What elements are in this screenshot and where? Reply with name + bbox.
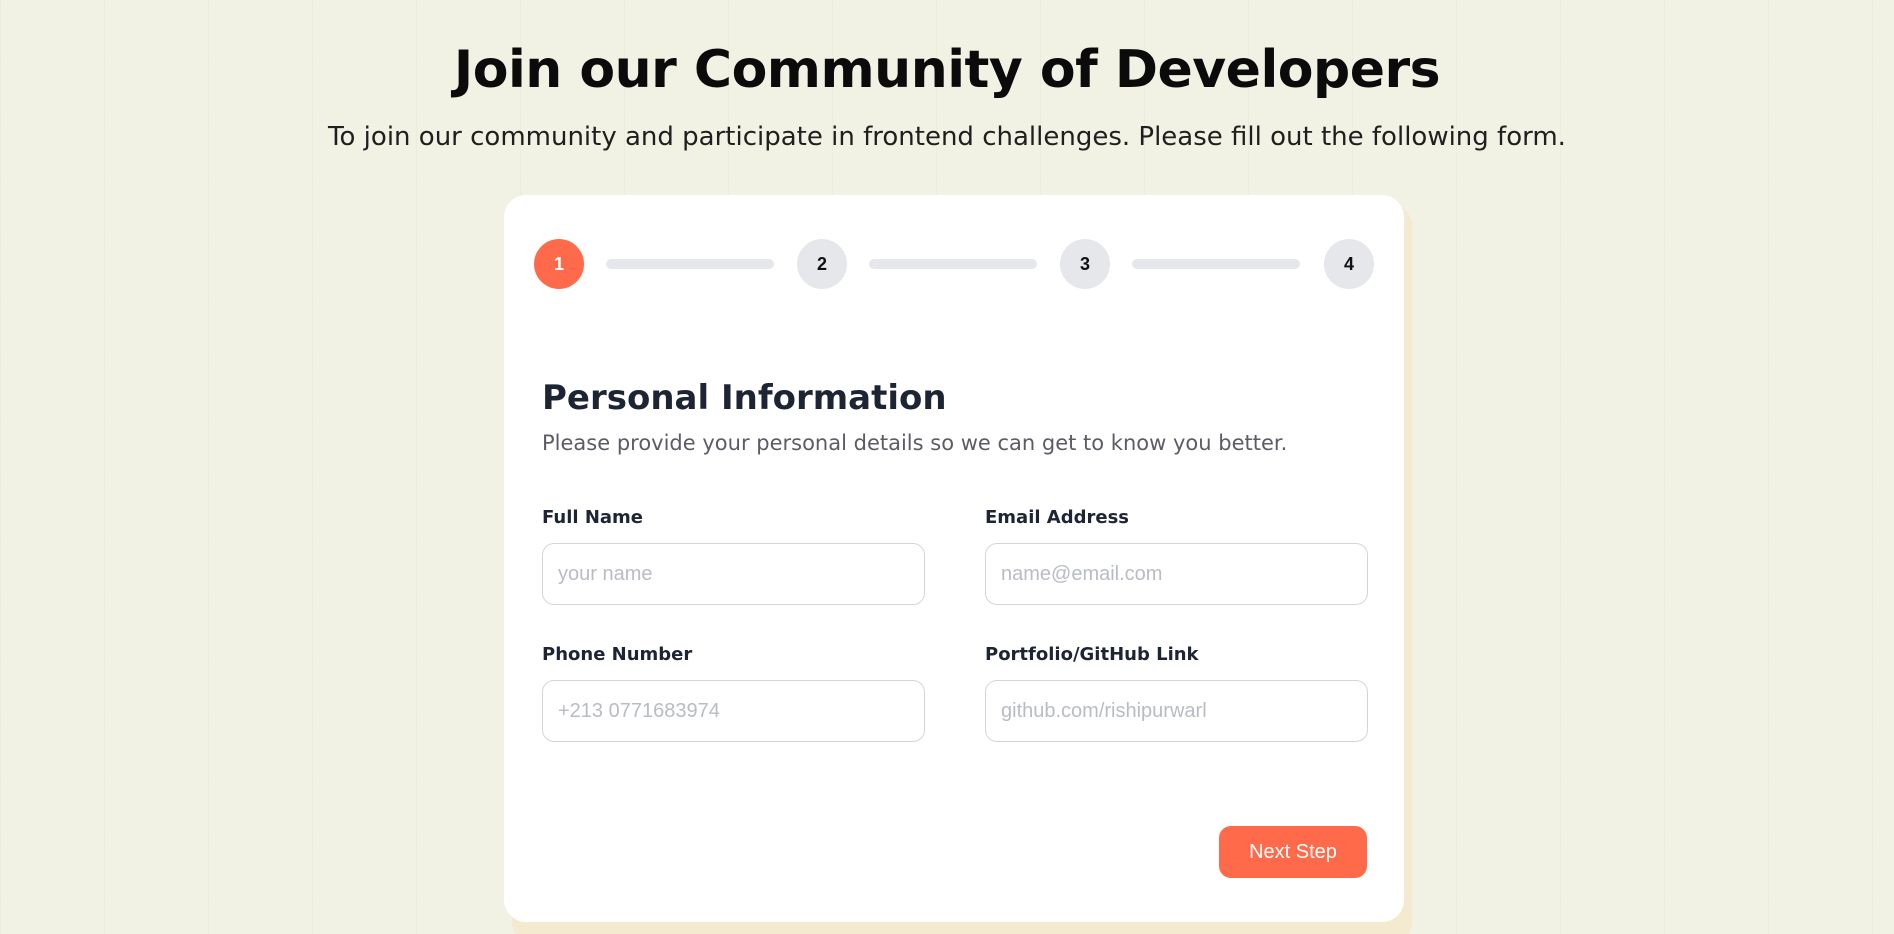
full-name-label: Full Name bbox=[542, 507, 643, 528]
section-description: Please provide your personal details so … bbox=[542, 431, 1288, 455]
email-label: Email Address bbox=[985, 507, 1130, 528]
step-connector-2 bbox=[869, 259, 1037, 269]
step-2-indicator: 2 bbox=[797, 239, 847, 289]
next-step-button[interactable]: Next Step bbox=[1219, 826, 1367, 878]
step-connector-1 bbox=[606, 259, 774, 269]
email-input[interactable] bbox=[985, 543, 1368, 605]
portfolio-input[interactable] bbox=[985, 680, 1368, 742]
step-4-indicator: 4 bbox=[1324, 239, 1374, 289]
step-progress: 1 2 3 4 bbox=[534, 239, 1374, 289]
page-subtitle: To join our community and participate in… bbox=[328, 122, 1566, 152]
step-1-indicator: 1 bbox=[534, 239, 584, 289]
section-title: Personal Information bbox=[542, 378, 947, 418]
portfolio-label: Portfolio/GitHub Link bbox=[985, 644, 1199, 665]
phone-label: Phone Number bbox=[542, 644, 693, 665]
phone-input[interactable] bbox=[542, 680, 925, 742]
page-title: Join our Community of Developers bbox=[453, 40, 1441, 100]
full-name-input[interactable] bbox=[542, 543, 925, 605]
step-connector-3 bbox=[1132, 259, 1300, 269]
form-card: 1 2 3 4 Personal Information Please prov… bbox=[504, 195, 1404, 922]
step-3-indicator: 3 bbox=[1060, 239, 1110, 289]
